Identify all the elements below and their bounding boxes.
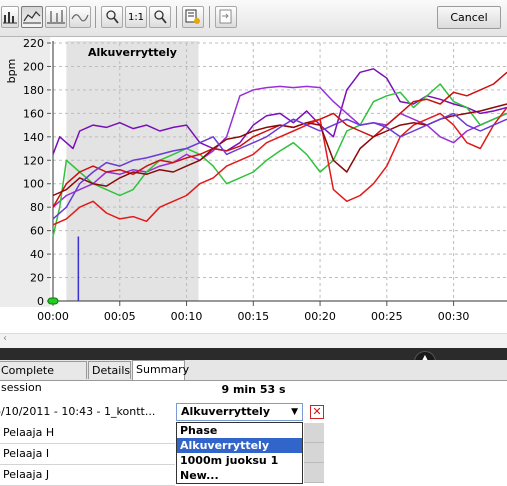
phase-label: Alkuverryttely: [88, 46, 177, 59]
scroll-left-icon[interactable]: ‹: [3, 333, 7, 344]
y-tick-label: 20: [30, 272, 44, 285]
wave-chart-icon: [71, 14, 89, 22]
y-tick-label: 0: [37, 295, 44, 308]
remove-phase-button[interactable]: ✕: [310, 405, 324, 419]
toolbar-separator: [176, 6, 177, 28]
table-cell: [304, 423, 324, 443]
toolbar-separator: [95, 6, 96, 28]
phase-dropdown-list: Phase Alkuverryttely 1000m juoksu 1 New.…: [176, 422, 303, 484]
heart-rate-chart[interactable]: Alkuverryttely 0 20 40 60 80 100 120 140 160 180 20…: [0, 37, 507, 337]
y-tick-label: 80: [30, 201, 44, 214]
x-tick-label: 00:15: [237, 310, 269, 323]
start-marker[interactable]: [47, 297, 59, 305]
toolbar-separator: [209, 6, 210, 28]
y-tick-label: 40: [30, 248, 44, 261]
line-chart-icon: [23, 11, 41, 24]
list-item[interactable]: Pelaaja H: [0, 423, 175, 444]
player-list: Pelaaja H Pelaaja I Pelaaja J: [0, 423, 175, 486]
bar-chart-icon: [3, 12, 17, 24]
phase-option[interactable]: 1000m juoksu 1: [177, 453, 302, 468]
phase-option-selected[interactable]: Alkuverryttely: [177, 438, 302, 453]
zoom-reset-label: 1:1: [127, 12, 145, 23]
phase-select[interactable]: Alkuverryttely ▼: [176, 403, 303, 421]
x-tick-label: 00:00: [37, 310, 69, 323]
phase-duration: 9 min 53 s: [221, 383, 286, 396]
x-tick-label: 00:20: [304, 310, 336, 323]
y-tick-label: 120: [23, 154, 44, 167]
y-tick-label: 200: [23, 60, 44, 73]
add-phase-icon: [185, 9, 200, 24]
phase-option[interactable]: Phase: [177, 423, 302, 438]
range-chart-icon: [47, 10, 65, 24]
tab-details[interactable]: Details: [88, 361, 131, 379]
zoom-out-button[interactable]: [149, 6, 171, 28]
table-cell: [304, 443, 324, 463]
x-tick-label: 00:10: [171, 310, 203, 323]
line-chart-view-button[interactable]: [21, 6, 43, 28]
range-chart-view-button[interactable]: [45, 6, 67, 28]
export-button[interactable]: [215, 6, 237, 28]
chart-canvas[interactable]: Alkuverryttely 0 20 40 60 80 100 120 140 160 180 20…: [0, 37, 507, 333]
close-icon: ✕: [312, 405, 322, 418]
zoom-out-icon: [154, 10, 167, 24]
y-tick-label: 160: [23, 107, 44, 120]
chevron-down-icon: ▼: [291, 407, 298, 417]
row-cells: [304, 423, 324, 483]
x-tick-label: 00:05: [104, 310, 136, 323]
y-tick-label: 100: [23, 178, 44, 191]
table-cell: [304, 463, 324, 483]
y-tick-label: 220: [23, 37, 44, 50]
tab-complete-session[interactable]: Complete session: [0, 361, 87, 394]
x-tick-label: 00:25: [371, 310, 403, 323]
y-axis-label: bpm: [5, 59, 18, 84]
add-phase-button[interactable]: [182, 6, 204, 28]
horizontal-scrollbar[interactable]: ‹: [0, 333, 507, 348]
zoom-reset-button[interactable]: 1:1: [125, 6, 147, 28]
session-label: 6/10/2011 - 10:43 - 1_kontt...: [0, 405, 156, 418]
zoom-in-icon: [106, 10, 119, 24]
list-item[interactable]: Pelaaja I: [0, 444, 175, 465]
y-tick-label: 60: [30, 225, 44, 238]
phase-select-value: Alkuverryttely: [181, 405, 270, 418]
phase-option-new[interactable]: New...: [177, 468, 302, 483]
export-icon: [219, 9, 232, 24]
y-tick-label: 180: [23, 84, 44, 97]
toolbar: 1:1 Cancel: [0, 0, 507, 37]
x-tick-label: 00:30: [438, 310, 470, 323]
bar-chart-view-button[interactable]: [1, 6, 19, 28]
y-tick-label: 140: [23, 131, 44, 144]
phase-highlight[interactable]: [66, 41, 199, 301]
list-item[interactable]: Pelaaja J: [0, 465, 175, 486]
zoom-in-button[interactable]: [101, 6, 123, 28]
smooth-chart-view-button[interactable]: [69, 6, 91, 28]
tab-bar: Complete session Details Summary: [0, 360, 507, 394]
tab-summary[interactable]: Summary: [132, 360, 189, 380]
cancel-button[interactable]: Cancel: [437, 6, 501, 29]
